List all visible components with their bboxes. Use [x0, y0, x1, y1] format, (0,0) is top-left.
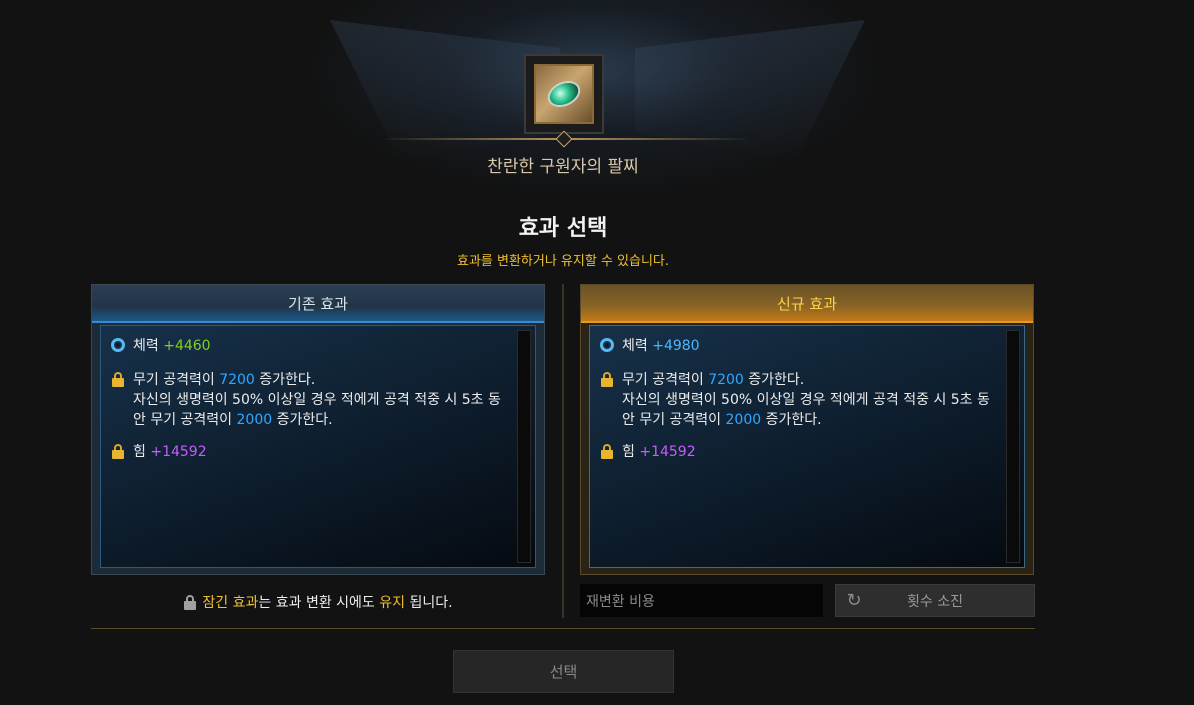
effect-row: 체력 +4460 [111, 336, 505, 358]
effect-value: +4980 [652, 338, 700, 354]
effect-row: 힘 +14592 [600, 442, 994, 464]
lock-icon [112, 372, 124, 387]
new-effects-list: 체력 +4980 무기 공격력이 7200 증가한다. 자신의 생명력이 50%… [589, 325, 1025, 568]
item-slot [524, 54, 604, 134]
count-exhausted-button[interactable]: ↻ 횟수 소진 [835, 584, 1035, 617]
lock-icon [601, 444, 613, 459]
note-highlight: 유지 [379, 595, 406, 611]
effect-text: 자신의 생명력이 50% 이상일 경우 적에게 공격 적중 시 5초 동 [133, 392, 501, 408]
effect-label: 체력 [622, 338, 648, 354]
effect-value: 2000 [725, 412, 762, 428]
note-text: 는 효과 변환 시에도 [258, 595, 380, 611]
effect-text: 자신의 생명력이 50% 이상일 경우 적에게 공격 적중 시 5초 동 [622, 392, 990, 408]
lock-icon [601, 372, 613, 387]
effect-text: 증가한다. [761, 412, 822, 428]
existing-effects-header: 기존 효과 [92, 285, 544, 323]
effect-value: 7200 [708, 372, 744, 388]
item-name: 찬란한 구원자의 팔찌 [487, 157, 639, 177]
lock-icon [112, 444, 124, 459]
reroll-cost-label: 재변환 비용 [586, 593, 655, 610]
effect-value: 2000 [236, 412, 273, 428]
effect-text: 안 무기 공격력이 [133, 412, 237, 428]
effect-row: 무기 공격력이 7200 증가한다. 자신의 생명력이 50% 이상일 경우 적… [600, 370, 994, 430]
effect-text: 무기 공격력이 [622, 372, 709, 388]
effect-value: +14592 [639, 444, 696, 460]
bracelet-gem [543, 75, 585, 113]
effect-label: 힘 [622, 444, 635, 460]
effect-text: 안 무기 공격력이 [622, 412, 726, 428]
effect-row: 힘 +14592 [111, 442, 505, 464]
count-exhausted-label: 횟수 소진 [907, 593, 963, 610]
select-button[interactable]: 선택 [453, 650, 674, 693]
effect-text: 증가한다. [254, 372, 316, 388]
bracelet-icon [534, 64, 594, 124]
effect-row: 무기 공격력이 7200 증가한다. 자신의 생명력이 50% 이상일 경우 적… [111, 370, 505, 430]
scrollbar[interactable] [1006, 330, 1020, 563]
reroll-cost-box: 재변환 비용 [580, 584, 823, 617]
effect-row: 체력 +4980 [600, 336, 994, 358]
note-text: 됩니다. [405, 595, 453, 611]
existing-effects-panel[interactable]: 기존 효과 체력 +4460 무기 공격력이 7200 증가한다. 자신의 생명… [91, 284, 545, 575]
effect-label: 체력 [133, 338, 159, 354]
effect-label: 힘 [133, 444, 146, 460]
new-effects-panel[interactable]: 신규 효과 체력 +4980 무기 공격력이 7200 증가한다. 자신의 생명… [580, 284, 1034, 575]
refresh-icon: ↻ [846, 590, 862, 611]
effect-value: 7200 [219, 372, 255, 388]
effect-text: 증가한다. [743, 372, 805, 388]
effect-value: +14592 [150, 444, 207, 460]
scrollbar[interactable] [517, 330, 531, 563]
effect-text: 무기 공격력이 [133, 372, 220, 388]
section-title: 효과 선택 [518, 216, 608, 241]
panel-divider [562, 284, 564, 618]
note-highlight: 잠긴 효과 [202, 595, 259, 611]
lock-icon [184, 595, 197, 610]
effect-value: +4460 [163, 338, 211, 354]
existing-effects-list: 체력 +4460 무기 공격력이 7200 증가한다. 자신의 생명력이 50%… [100, 325, 536, 568]
stat-gear-icon [600, 338, 614, 352]
effect-text: 증가한다. [272, 412, 333, 428]
stat-gear-icon [111, 338, 125, 352]
bottom-divider [91, 628, 1035, 629]
new-effects-header: 신규 효과 [581, 285, 1033, 323]
locked-effect-note: 잠긴 효과는 효과 변환 시에도 유지 됩니다. [91, 592, 545, 612]
section-subtitle: 효과를 변환하거나 유지할 수 있습니다. [456, 254, 670, 269]
